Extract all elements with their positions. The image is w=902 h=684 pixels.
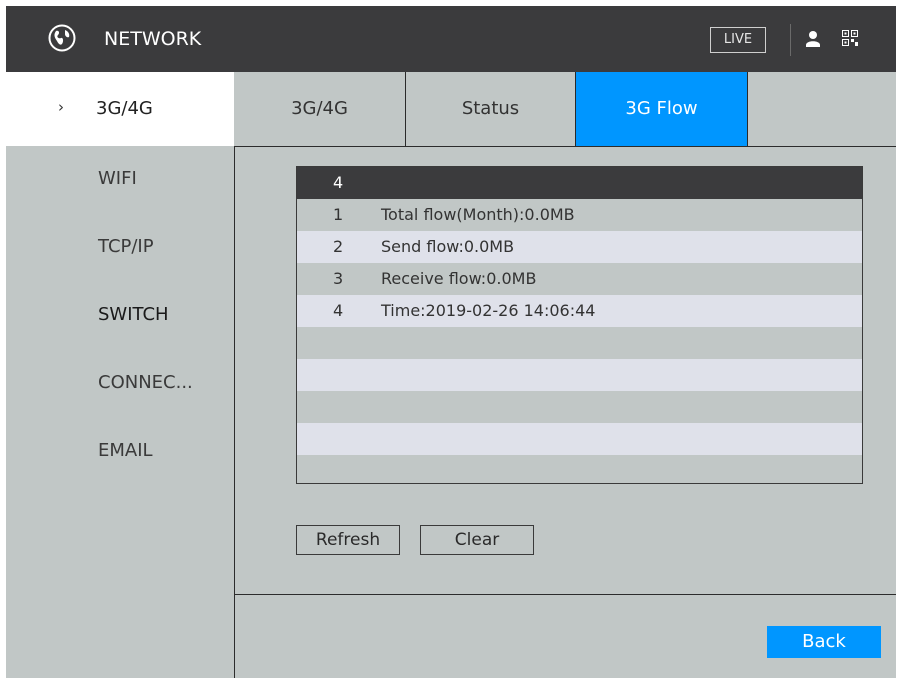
table-row[interactable] bbox=[297, 391, 862, 423]
row-text: Send flow:0.0MB bbox=[381, 237, 515, 256]
sidebar-item-label: 3G/4G bbox=[96, 98, 153, 119]
tab-status[interactable]: Status bbox=[406, 72, 576, 146]
title-bar: NETWORK LIVE bbox=[6, 6, 896, 72]
table-row[interactable]: 2 Send flow:0.0MB bbox=[297, 231, 862, 263]
table-row[interactable]: 3 Receive flow:0.0MB bbox=[297, 263, 862, 295]
clear-button[interactable]: Clear bbox=[420, 525, 534, 555]
sidebar-item-switch[interactable]: SWITCH bbox=[98, 304, 169, 325]
sidebar-item-3g4g[interactable]: › 3G/4G bbox=[6, 72, 234, 146]
live-button[interactable]: LIVE bbox=[710, 27, 766, 53]
user-icon[interactable] bbox=[806, 30, 820, 48]
row-number: 2 bbox=[333, 237, 344, 256]
footer-divider bbox=[234, 594, 896, 595]
panel-divider-vertical bbox=[234, 146, 235, 678]
refresh-button[interactable]: Refresh bbox=[296, 525, 400, 555]
tab-bar: 3G/4G Status 3G Flow bbox=[234, 72, 896, 146]
table-row[interactable] bbox=[297, 359, 862, 391]
globe-icon bbox=[48, 24, 76, 52]
row-text: Time:2019-02-26 14:06:44 bbox=[381, 301, 596, 320]
chevron-right-icon: › bbox=[58, 98, 64, 116]
network-window: NETWORK LIVE › 3G/4G WIFI TCP/IP SWITCH … bbox=[6, 6, 896, 678]
table-header: 4 bbox=[297, 167, 862, 199]
row-number: 4 bbox=[333, 301, 344, 320]
row-number: 1 bbox=[333, 205, 344, 224]
back-button[interactable]: Back bbox=[767, 626, 881, 658]
sidebar-item-wifi[interactable]: WIFI bbox=[98, 168, 137, 189]
flow-table: 4 1 Total flow(Month):0.0MB 2 Send flow:… bbox=[296, 166, 863, 484]
table-row[interactable]: 1 Total flow(Month):0.0MB bbox=[297, 199, 862, 231]
panel-divider-horizontal bbox=[234, 146, 896, 147]
table-row[interactable] bbox=[297, 423, 862, 455]
table-row[interactable]: 4 Time:2019-02-26 14:06:44 bbox=[297, 295, 862, 327]
tab-3g4g[interactable]: 3G/4G bbox=[234, 72, 406, 146]
page-title: NETWORK bbox=[104, 28, 202, 50]
row-text: Receive flow:0.0MB bbox=[381, 269, 537, 288]
qr-code-icon[interactable] bbox=[842, 30, 858, 46]
sidebar-item-email[interactable]: EMAIL bbox=[98, 440, 153, 461]
row-number: 3 bbox=[333, 269, 344, 288]
table-row[interactable] bbox=[297, 455, 862, 487]
sidebar: › 3G/4G WIFI TCP/IP SWITCH CONNEC... EMA… bbox=[6, 72, 234, 678]
table-row[interactable] bbox=[297, 327, 862, 359]
sidebar-item-connection[interactable]: CONNEC... bbox=[98, 372, 193, 393]
divider bbox=[790, 24, 791, 56]
sidebar-item-tcpip[interactable]: TCP/IP bbox=[98, 236, 154, 257]
row-text: Total flow(Month):0.0MB bbox=[381, 205, 575, 224]
tab-3g-flow[interactable]: 3G Flow bbox=[576, 72, 748, 146]
